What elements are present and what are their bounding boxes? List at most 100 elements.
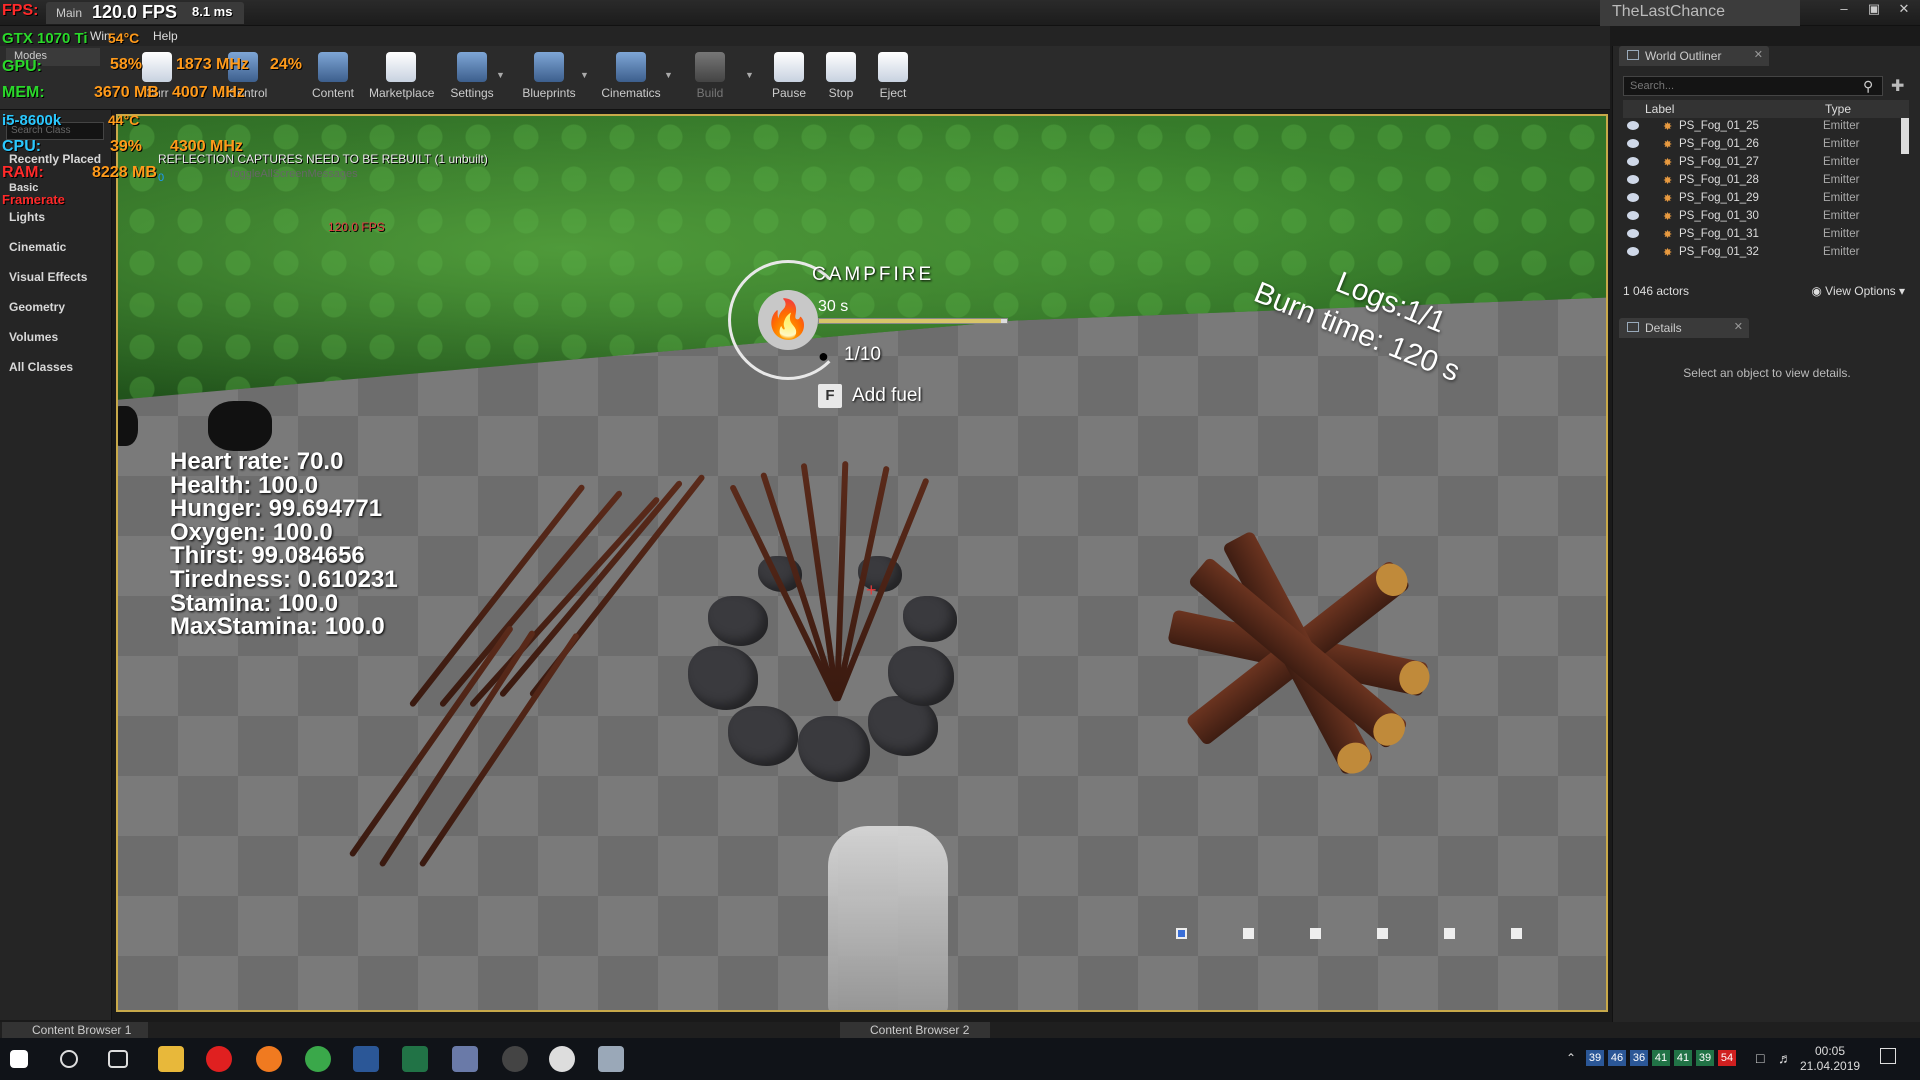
mode-item-geometry[interactable]: Geometry bbox=[9, 300, 65, 314]
view-options-button[interactable]: ◉ View Options ▾ bbox=[1811, 284, 1905, 298]
campfire-timer: 30 s bbox=[818, 298, 849, 315]
outliner-scrollbar[interactable] bbox=[1901, 118, 1909, 154]
app-icon[interactable] bbox=[502, 1046, 528, 1072]
outliner-search-input[interactable]: Search... bbox=[1623, 76, 1883, 96]
clock-time: 00:05 bbox=[1814, 1044, 1846, 1058]
menu-item-help[interactable]: Help bbox=[153, 29, 178, 43]
outliner-row[interactable]: ✸ PS_Fog_01_31 Emitter bbox=[1623, 226, 1899, 244]
eject-button[interactable]: Eject bbox=[862, 48, 924, 106]
close-icon[interactable]: ✕ bbox=[1894, 2, 1914, 16]
cinematics-dropdown-icon[interactable]: ▼ bbox=[664, 70, 673, 80]
outliner-row-type: Emitter bbox=[1823, 174, 1860, 186]
emitter-icon: ✸ bbox=[1663, 229, 1673, 241]
visibility-eye-icon[interactable] bbox=[1627, 229, 1639, 238]
blueprints-dropdown-icon[interactable]: ▼ bbox=[580, 70, 589, 80]
outliner-row[interactable]: ✸ PS_Fog_01_30 Emitter bbox=[1623, 208, 1899, 226]
visibility-eye-icon[interactable] bbox=[1627, 157, 1639, 166]
app-icon[interactable] bbox=[452, 1046, 478, 1072]
rock bbox=[208, 401, 272, 451]
mode-item-lights[interactable]: Lights bbox=[9, 210, 45, 224]
outliner-row-type: Emitter bbox=[1823, 138, 1860, 150]
content-button[interactable]: Content bbox=[302, 48, 364, 106]
modes-panel: Modes Search Class Recently Placed Basic… bbox=[0, 48, 112, 1020]
opera-icon[interactable] bbox=[206, 1046, 232, 1072]
word-icon[interactable] bbox=[353, 1046, 379, 1072]
notifications-icon[interactable] bbox=[1880, 1048, 1896, 1064]
hw-frame-ms: 8.1 ms bbox=[192, 4, 233, 19]
eye-icon: ◉ bbox=[1811, 284, 1826, 298]
chrome-icon[interactable] bbox=[305, 1046, 331, 1072]
visibility-eye-icon[interactable] bbox=[1627, 139, 1639, 148]
inventory-slot bbox=[1243, 928, 1254, 939]
save-icon bbox=[142, 52, 172, 82]
level-viewport[interactable]: REFLECTION CAPTURES NEED TO BE REBUILT (… bbox=[116, 114, 1608, 1012]
outliner-row-type: Emitter bbox=[1823, 192, 1860, 204]
settings-button[interactable]: Settings bbox=[441, 48, 503, 106]
temperature-badge: 41 bbox=[1652, 1050, 1670, 1066]
visibility-eye-icon[interactable] bbox=[1627, 193, 1639, 202]
outliner-row[interactable]: ✸ PS_Fog_01_28 Emitter bbox=[1623, 172, 1899, 190]
mode-item-volumes[interactable]: Volumes bbox=[9, 330, 58, 344]
task-view-icon[interactable] bbox=[108, 1050, 128, 1068]
close-icon[interactable]: ✕ bbox=[1734, 320, 1743, 333]
unreal-engine-icon[interactable] bbox=[549, 1046, 575, 1072]
column-type-header[interactable]: Type bbox=[1825, 102, 1851, 116]
build-button[interactable]: Build bbox=[679, 48, 741, 106]
settings-icon bbox=[457, 52, 487, 82]
search-icon[interactable]: ⚲ bbox=[1863, 78, 1873, 95]
mode-item-all-classes[interactable]: All Classes bbox=[9, 360, 73, 374]
network-icon[interactable]: □ bbox=[1756, 1050, 1764, 1066]
mode-item-visual-effects[interactable]: Visual Effects bbox=[9, 270, 87, 284]
windows-start-icon[interactable] bbox=[10, 1050, 28, 1068]
hw-gpu-name: GTX 1070 Ti bbox=[2, 30, 88, 47]
tray-expand-icon[interactable]: ⌃ bbox=[1566, 1051, 1576, 1065]
outliner-row[interactable]: ✸ PS_Fog_01_32 Emitter bbox=[1623, 244, 1899, 262]
firefox-icon[interactable] bbox=[256, 1046, 282, 1072]
outliner-row[interactable]: ✸ PS_Fog_01_26 Emitter bbox=[1623, 136, 1899, 154]
column-label-header[interactable]: Label bbox=[1645, 102, 1674, 116]
pause-icon bbox=[774, 52, 804, 82]
cinematics-icon bbox=[616, 52, 646, 82]
file-explorer-icon[interactable] bbox=[158, 1046, 184, 1072]
outliner-row[interactable]: ✸ PS_Fog_01_27 Emitter bbox=[1623, 154, 1899, 172]
visibility-eye-icon[interactable] bbox=[1627, 247, 1639, 256]
marketplace-button[interactable]: Marketplace bbox=[369, 48, 434, 106]
outliner-row[interactable]: ✸ PS_Fog_01_29 Emitter bbox=[1623, 190, 1899, 208]
temperature-badge: 46 bbox=[1608, 1050, 1626, 1066]
settings-dropdown-icon[interactable]: ▼ bbox=[496, 70, 505, 80]
content-browser-1-tab[interactable]: Content Browser 1 bbox=[2, 1022, 148, 1038]
add-filter-icon[interactable]: ✚ bbox=[1891, 76, 1904, 96]
hw-mem-clock: 4007 MHz bbox=[172, 84, 245, 101]
excel-icon[interactable] bbox=[402, 1046, 428, 1072]
cinematics-button[interactable]: Cinematics bbox=[600, 48, 662, 106]
camera-value: 0 bbox=[158, 172, 165, 184]
content-browser-2-tab[interactable]: Content Browser 2 bbox=[840, 1022, 990, 1038]
outliner-row[interactable]: ✸ PS_Fog_01_25 Emitter bbox=[1623, 118, 1899, 136]
outliner-row-label: PS_Fog_01_29 bbox=[1679, 192, 1759, 204]
details-tab[interactable]: Details ✕ bbox=[1619, 318, 1749, 338]
blueprints-button[interactable]: Blueprints bbox=[518, 48, 580, 106]
world-outliner-tab[interactable]: World Outliner ✕ bbox=[1619, 46, 1769, 66]
content-browser-strip: Content Browser 1 Content Browser 2 bbox=[0, 1022, 1920, 1038]
build-dropdown-icon[interactable]: ▼ bbox=[745, 70, 754, 80]
add-fuel-prompt: Add fuel bbox=[852, 385, 922, 406]
close-icon[interactable]: ✕ bbox=[1754, 48, 1763, 61]
visibility-eye-icon[interactable] bbox=[1627, 175, 1639, 184]
outliner-icon bbox=[1627, 50, 1639, 60]
campfire-timer-fill bbox=[819, 319, 1002, 323]
volume-icon[interactable]: ♬ bbox=[1778, 1050, 1792, 1066]
mode-item-cinematic[interactable]: Cinematic bbox=[9, 240, 66, 254]
visibility-eye-icon[interactable] bbox=[1627, 121, 1639, 130]
visibility-eye-icon[interactable] bbox=[1627, 211, 1639, 220]
hw-gpu-fan: 24% bbox=[270, 56, 303, 73]
inventory-slots bbox=[1176, 928, 1522, 939]
app-icon[interactable] bbox=[598, 1046, 624, 1072]
minimize-icon[interactable]: – bbox=[1834, 2, 1854, 16]
hw-cpu-temp: 44°C bbox=[108, 112, 140, 128]
search-icon[interactable] bbox=[60, 1050, 78, 1068]
maximize-icon[interactable]: ▣ bbox=[1864, 2, 1884, 16]
log-icon: ● bbox=[818, 346, 829, 366]
system-clock[interactable]: 00:05 21.04.2019 bbox=[1800, 1044, 1860, 1074]
cinematics-label: Cinematics bbox=[601, 86, 661, 100]
menu-bar: Win Help bbox=[0, 26, 1610, 46]
